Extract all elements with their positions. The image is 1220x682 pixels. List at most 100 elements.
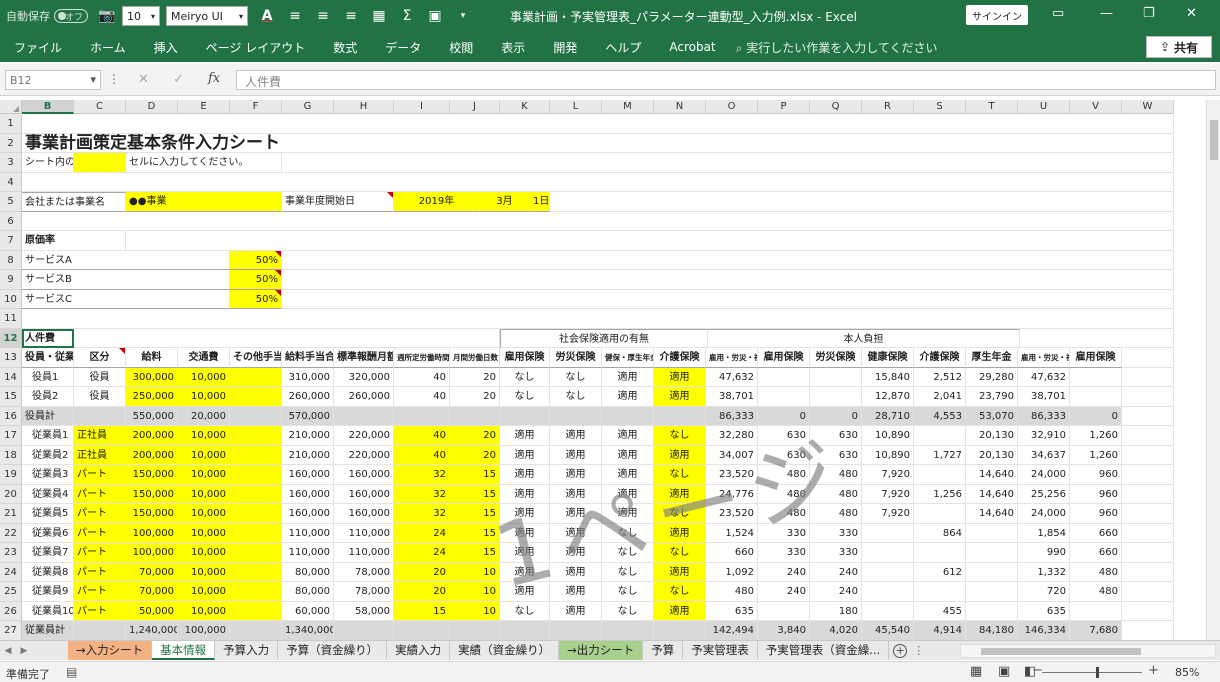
data-cell[interactable]: 38,701	[1018, 387, 1070, 407]
cell[interactable]	[1122, 426, 1174, 446]
data-cell[interactable]	[394, 406, 450, 426]
sheet-tab[interactable]: →入力シート	[68, 641, 153, 660]
data-cell[interactable]: 適用	[654, 367, 706, 387]
data-cell[interactable]: 適用	[602, 465, 654, 485]
data-cell[interactable]	[914, 582, 966, 602]
cell[interactable]	[126, 231, 1174, 251]
data-cell[interactable]: 100,000	[126, 523, 178, 543]
data-cell[interactable]: パート	[74, 523, 126, 543]
font-size-select[interactable]: 10 ▾	[122, 6, 160, 26]
sheet-tab[interactable]: 実績入力	[387, 641, 451, 660]
data-cell[interactable]: 15	[450, 523, 500, 543]
data-cell[interactable]: 78,000	[334, 562, 394, 582]
data-cell[interactable]: 7,680	[1070, 621, 1122, 640]
cell[interactable]	[1020, 328, 1174, 348]
scrollbar-thumb[interactable]	[1210, 120, 1218, 160]
column-header[interactable]: J	[450, 100, 500, 114]
data-cell[interactable]: パート	[74, 582, 126, 602]
data-cell[interactable]	[450, 406, 500, 426]
cell[interactable]	[22, 114, 1174, 134]
data-cell[interactable]: 34,007	[706, 445, 758, 465]
data-cell[interactable]: 適用	[500, 465, 550, 485]
day-input[interactable]: 1日	[530, 192, 550, 212]
column-header[interactable]: U	[1018, 100, 1070, 114]
tab-file[interactable]: ファイル	[0, 39, 76, 56]
data-cell[interactable]: 40	[394, 387, 450, 407]
formula-input[interactable]: 人件費	[236, 70, 1216, 90]
data-cell[interactable]	[654, 406, 706, 426]
cell[interactable]	[1122, 445, 1174, 465]
data-cell[interactable]	[230, 426, 282, 446]
align-left-icon[interactable]: ≡	[286, 8, 304, 24]
data-cell[interactable]: 10,890	[862, 426, 914, 446]
minimize-icon[interactable]: —	[1100, 6, 1113, 21]
data-cell[interactable]: 15	[450, 543, 500, 563]
data-cell[interactable]: 220,000	[334, 445, 394, 465]
data-cell[interactable]: 20	[450, 426, 500, 446]
row-header[interactable]: 16	[0, 406, 22, 426]
data-cell[interactable]: 10,000	[178, 543, 230, 563]
camera-icon[interactable]: 📷	[98, 8, 116, 24]
data-cell[interactable]	[230, 543, 282, 563]
data-cell[interactable]: 15	[450, 504, 500, 524]
data-cell[interactable]: 86,333	[1018, 406, 1070, 426]
data-cell[interactable]	[758, 367, 810, 387]
row-header[interactable]: 14	[0, 367, 22, 387]
row-header[interactable]: 7	[0, 231, 22, 251]
data-cell[interactable]: なし	[500, 387, 550, 407]
data-cell[interactable]: 2,041	[914, 387, 966, 407]
cell[interactable]	[282, 153, 1174, 173]
select-all-corner[interactable]	[0, 100, 22, 114]
data-cell[interactable]: 適用	[654, 601, 706, 621]
cell[interactable]	[1122, 582, 1174, 602]
data-cell[interactable]: 23,520	[706, 504, 758, 524]
data-cell[interactable]: 10	[450, 582, 500, 602]
customize-qat-icon[interactable]: ▾	[454, 8, 472, 24]
data-cell[interactable]: 10,000	[178, 465, 230, 485]
data-cell[interactable]: 612	[914, 562, 966, 582]
column-header[interactable]: N	[654, 100, 706, 114]
data-cell[interactable]: パート	[74, 562, 126, 582]
row-header[interactable]: 11	[0, 309, 22, 329]
data-cell[interactable]: 0	[810, 406, 862, 426]
data-cell[interactable]	[862, 562, 914, 582]
data-cell[interactable]: 45,540	[862, 621, 914, 640]
data-cell[interactable]: 4,553	[914, 406, 966, 426]
data-cell[interactable]: 47,632	[706, 367, 758, 387]
column-header[interactable]: V	[1070, 100, 1122, 114]
data-cell[interactable]: 適用	[654, 484, 706, 504]
column-header[interactable]: O	[706, 100, 758, 114]
data-cell[interactable]	[550, 406, 602, 426]
cell[interactable]	[550, 192, 1174, 212]
data-cell[interactable]	[1070, 367, 1122, 387]
data-cell[interactable]: 480	[1070, 582, 1122, 602]
cell[interactable]	[1122, 504, 1174, 524]
cell[interactable]	[22, 172, 1174, 192]
data-cell[interactable]	[862, 601, 914, 621]
cell[interactable]	[282, 270, 1174, 290]
cell[interactable]	[74, 328, 500, 348]
row-header[interactable]: 13	[0, 348, 22, 368]
data-cell[interactable]: 320,000	[334, 367, 394, 387]
data-cell[interactable]: 24,000	[1018, 504, 1070, 524]
data-cell[interactable]: 100,000	[178, 621, 230, 640]
tab-acrobat[interactable]: Acrobat	[655, 40, 729, 54]
worksheet-grid[interactable]: BCDEFGHIJKLMNOPQRSTUVW 1 2 事業計画策定基本条件入力シート…	[0, 100, 1220, 640]
data-cell[interactable]: 0	[758, 406, 810, 426]
data-cell[interactable]	[500, 406, 550, 426]
tab-insert[interactable]: 挿入	[140, 39, 192, 56]
form-icon[interactable]: ▣	[426, 8, 444, 24]
data-cell[interactable]	[966, 543, 1018, 563]
data-cell[interactable]: 適用	[500, 445, 550, 465]
data-cell[interactable]: 4,020	[810, 621, 862, 640]
data-cell[interactable]	[914, 504, 966, 524]
row-header[interactable]: 27	[0, 621, 22, 640]
data-cell[interactable]: パート	[74, 543, 126, 563]
data-cell[interactable]: 1,260	[1070, 426, 1122, 446]
data-cell[interactable]: 適用	[602, 367, 654, 387]
data-cell[interactable]	[230, 484, 282, 504]
merge-cells-icon[interactable]: ▦	[370, 8, 388, 24]
cell[interactable]	[1122, 387, 1174, 407]
column-header[interactable]: C	[74, 100, 126, 114]
data-cell[interactable]: 10,000	[178, 387, 230, 407]
